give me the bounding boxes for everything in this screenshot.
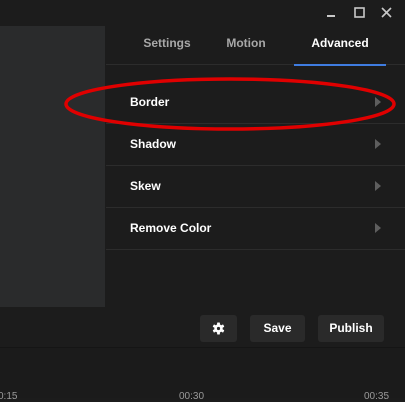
properties-panel: Settings Motion Advanced Border Shadow S… <box>106 26 405 307</box>
option-remove-color[interactable]: Remove Color <box>106 208 405 250</box>
chevron-right-icon <box>375 223 381 233</box>
save-button[interactable]: Save <box>250 315 305 342</box>
canvas-preview[interactable] <box>0 26 105 307</box>
chevron-right-icon <box>375 97 381 107</box>
settings-button[interactable] <box>200 315 237 342</box>
maximize-icon[interactable] <box>350 3 370 23</box>
tab-settings[interactable]: Settings <box>128 26 206 64</box>
option-label: Shadow <box>130 137 177 151</box>
title-bar <box>0 0 405 26</box>
timeline[interactable]: 0:15 00:30 00:35 <box>0 347 405 402</box>
tab-bar: Settings Motion Advanced <box>106 26 405 66</box>
gear-icon <box>212 322 225 335</box>
option-skew[interactable]: Skew <box>106 166 405 208</box>
chevron-right-icon <box>375 139 381 149</box>
option-label: Remove Color <box>130 221 212 235</box>
publish-button[interactable]: Publish <box>318 315 384 342</box>
chevron-right-icon <box>375 181 381 191</box>
option-border[interactable]: Border <box>106 82 405 124</box>
minimize-icon[interactable] <box>322 3 342 23</box>
option-label: Skew <box>130 179 161 193</box>
tab-advanced[interactable]: Advanced <box>294 26 386 66</box>
advanced-options-list: Border Shadow Skew Remove Color <box>106 82 405 250</box>
option-shadow[interactable]: Shadow <box>106 124 405 166</box>
action-bar: Save Publish <box>0 307 405 347</box>
close-icon[interactable] <box>377 3 397 23</box>
tab-motion[interactable]: Motion <box>212 26 280 64</box>
option-label: Border <box>130 95 170 109</box>
